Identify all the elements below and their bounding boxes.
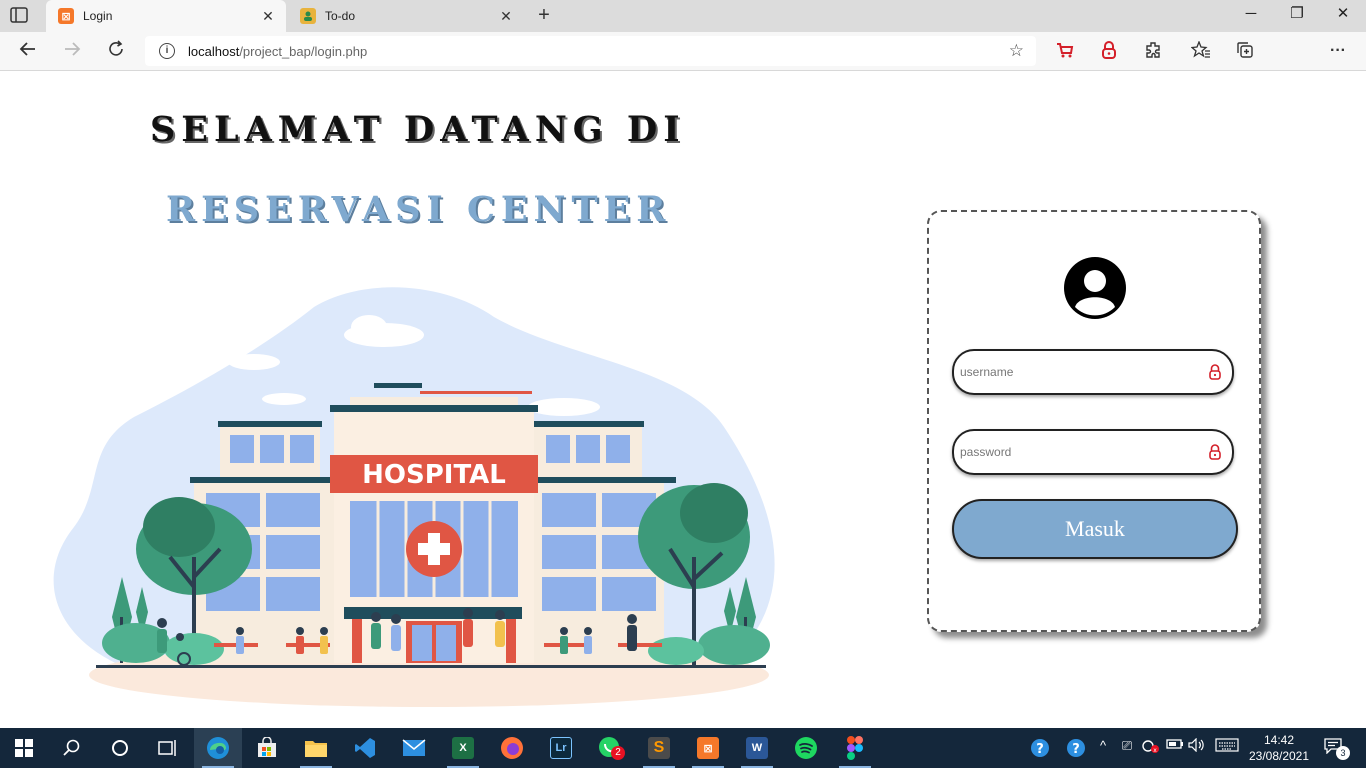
login-page: SELAMAT DATANG DI RESERVASI CENTER HOSPI…	[0, 71, 1366, 728]
windows-taskbar: X Lr 2 S ⊠ W ? ? ^ ⎚ x 14:42 23/08/2021 …	[0, 728, 1366, 768]
close-icon[interactable]: ✕	[494, 8, 518, 25]
clock-date: 23/08/2021	[1248, 749, 1310, 763]
more-menu-icon[interactable]: ···	[1327, 41, 1349, 63]
help-icon[interactable]: ?	[1066, 738, 1086, 761]
sublime-text-icon[interactable]: S	[635, 728, 683, 768]
system-clock[interactable]: 14:42 23/08/2021	[1247, 732, 1311, 764]
volume-icon[interactable]	[1187, 737, 1207, 755]
svg-text:x: x	[1153, 747, 1157, 754]
login-card: Masuk	[927, 210, 1261, 632]
lock-icon[interactable]	[1208, 364, 1222, 380]
clock-time: 14:42	[1263, 733, 1295, 747]
restore-button[interactable]: ❐	[1274, 0, 1320, 30]
excel-icon[interactable]: X	[439, 728, 487, 768]
xampp-taskbar-icon[interactable]: ⊠	[684, 728, 732, 768]
keyboard-icon[interactable]	[1214, 738, 1240, 755]
password-input[interactable]	[960, 439, 1200, 465]
notification-count: 3	[1336, 746, 1350, 760]
mail-icon[interactable]	[390, 728, 438, 768]
address-bar[interactable]: i localhost/project_bap/login.php ☆	[145, 36, 1036, 66]
extensions-icon[interactable]	[1142, 41, 1164, 63]
svg-text:?: ?	[1072, 742, 1080, 757]
help-icon[interactable]: ?	[1030, 738, 1050, 761]
hospital-illustration: HOSPITAL	[44, 287, 788, 707]
whatsapp-badge: 2	[611, 746, 625, 760]
vscode-icon[interactable]	[341, 728, 389, 768]
shopping-cart-icon[interactable]	[1054, 41, 1076, 63]
whatsapp-icon[interactable]: 2	[586, 728, 634, 768]
cortana-icon[interactable]	[96, 728, 144, 768]
tab-title: Login	[83, 9, 113, 23]
username-input[interactable]	[960, 359, 1200, 385]
svg-text:?: ?	[1036, 742, 1044, 757]
figma-icon[interactable]	[831, 728, 879, 768]
tab-login[interactable]: ⊠ Login ✕	[46, 0, 286, 32]
xampp-icon: ⊠	[58, 8, 74, 24]
notification-center-icon[interactable]: 3	[1324, 738, 1350, 760]
firefox-icon[interactable]	[488, 728, 536, 768]
browser-toolbar: i localhost/project_bap/login.php ☆ ···	[0, 32, 1366, 94]
site-name-heading: RESERVASI CENTER	[166, 189, 672, 230]
forward-button[interactable]	[60, 40, 84, 64]
lock-extension-icon[interactable]	[1098, 41, 1120, 63]
favorites-icon[interactable]	[1190, 40, 1212, 63]
collections-icon[interactable]	[1234, 41, 1256, 63]
login-submit-button[interactable]: Masuk	[952, 499, 1238, 559]
password-field	[952, 429, 1234, 475]
network-icon[interactable]: x	[1141, 738, 1161, 757]
info-icon[interactable]: i	[159, 43, 175, 59]
battery-icon[interactable]	[1165, 738, 1185, 753]
file-explorer-icon[interactable]	[292, 728, 340, 768]
chevron-up-icon[interactable]: ^	[1093, 738, 1113, 753]
task-view-icon[interactable]	[144, 728, 192, 768]
start-button[interactable]	[0, 728, 48, 768]
meet-now-icon[interactable]: ⎚	[1117, 738, 1137, 754]
url-text: localhost/project_bap/login.php	[188, 44, 368, 59]
lightroom-icon[interactable]: Lr	[537, 728, 585, 768]
user-avatar-icon	[1063, 256, 1127, 320]
back-button[interactable]	[16, 40, 40, 64]
word-icon[interactable]: W	[733, 728, 781, 768]
close-icon[interactable]: ✕	[256, 8, 280, 25]
username-field	[952, 349, 1234, 395]
todo-icon	[300, 8, 316, 24]
add-favorite-icon[interactable]: ☆	[1009, 41, 1024, 61]
tab-todo[interactable]: To-do ✕	[288, 0, 524, 32]
new-tab-button[interactable]: +	[532, 4, 556, 28]
search-icon[interactable]	[48, 728, 96, 768]
tab-actions-icon[interactable]	[10, 7, 30, 25]
hospital-sign-text: HOSPITAL	[362, 460, 506, 490]
tab-title: To-do	[325, 9, 356, 23]
minimize-button[interactable]: ─	[1228, 0, 1274, 30]
refresh-button[interactable]	[104, 40, 128, 64]
edge-browser-icon[interactable]	[194, 728, 242, 768]
browser-tab-bar: ⊠ Login ✕ To-do ✕ + ─ ❐ ✕	[0, 0, 1366, 32]
lock-icon[interactable]	[1208, 444, 1222, 460]
store-icon[interactable]	[243, 728, 291, 768]
close-window-button[interactable]: ✕	[1320, 0, 1366, 30]
spotify-icon[interactable]	[782, 728, 830, 768]
welcome-heading: SELAMAT DATANG DI	[150, 109, 686, 150]
